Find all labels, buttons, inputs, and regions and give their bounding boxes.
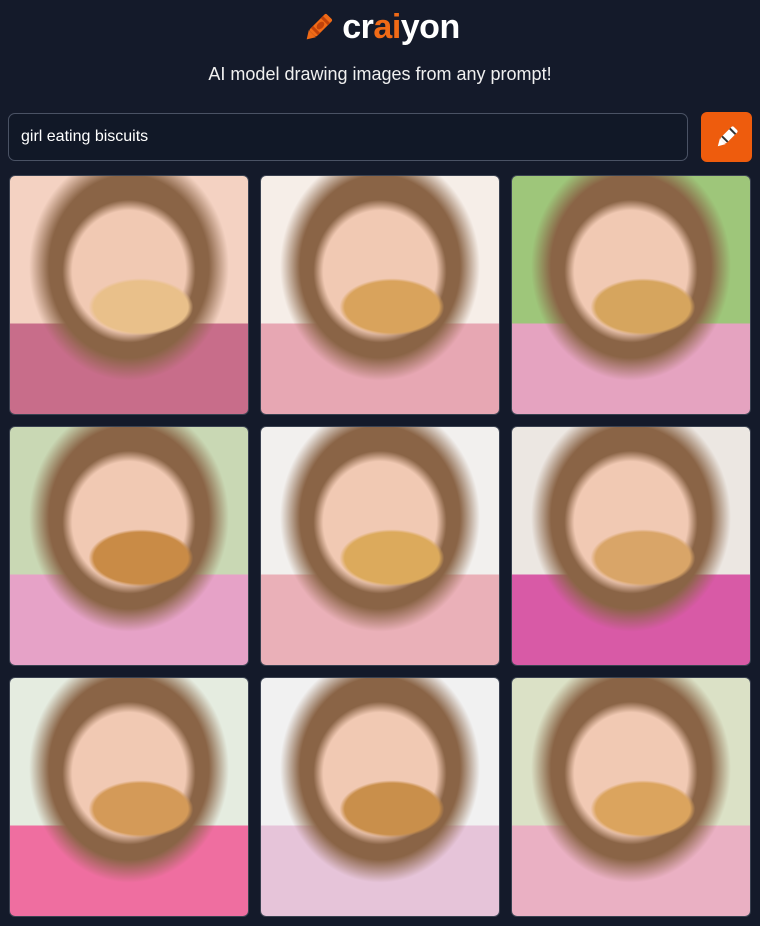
crayon-icon — [306, 13, 333, 39]
generated-image[interactable] — [9, 426, 249, 666]
image-grid — [9, 175, 751, 917]
generated-image[interactable] — [511, 426, 751, 666]
generated-image[interactable] — [260, 426, 500, 666]
generated-image[interactable] — [260, 175, 500, 415]
craiyon-logo[interactable]: craiyon — [0, 8, 760, 47]
tagline: AI model drawing images from any prompt! — [208, 64, 552, 84]
generated-image[interactable] — [511, 175, 751, 415]
crayon-icon — [717, 126, 737, 147]
generated-image[interactable] — [9, 677, 249, 917]
generated-image[interactable] — [511, 677, 751, 917]
draw-button[interactable] — [701, 112, 752, 162]
prompt-input[interactable] — [8, 113, 688, 161]
generated-image[interactable] — [260, 677, 500, 917]
generated-image[interactable] — [9, 175, 249, 415]
